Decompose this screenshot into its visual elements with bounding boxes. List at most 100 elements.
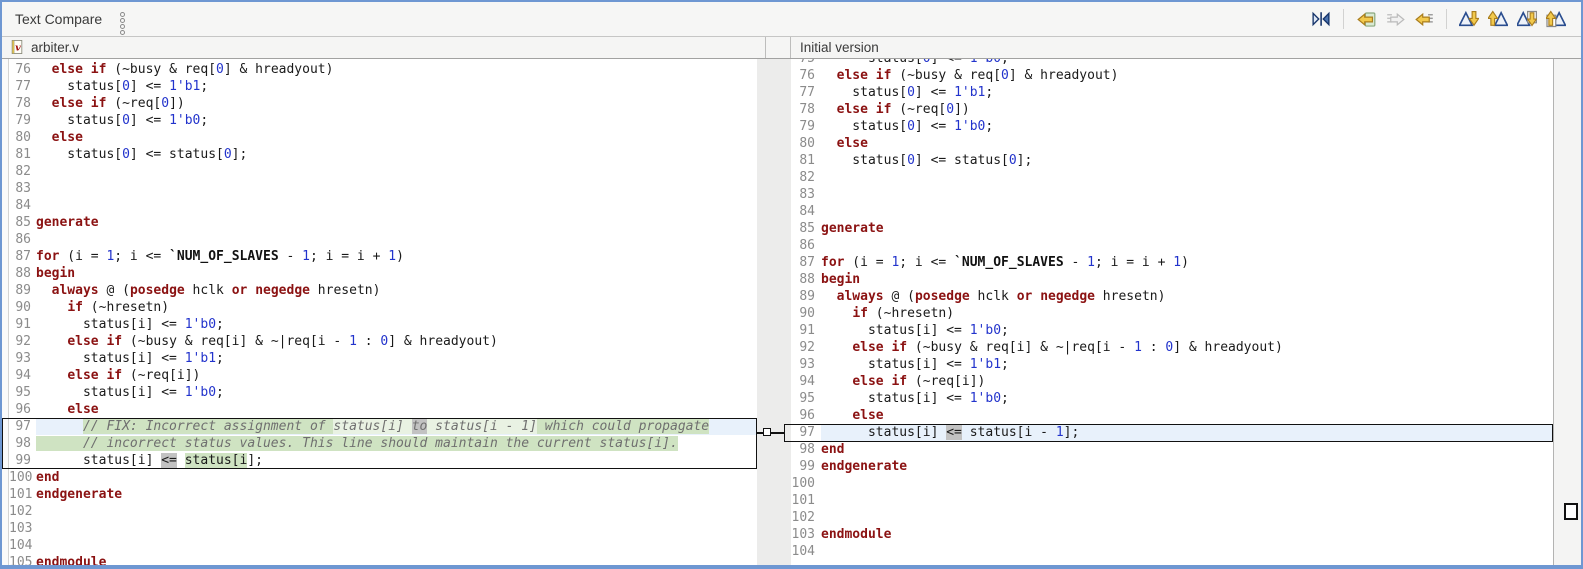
code-line: 76 else if (~busy & req[0] & hreadyout) — [9, 61, 757, 78]
line-number: 82 — [791, 169, 821, 186]
code-line: 95 status[i] <= 1'b0; — [9, 384, 757, 401]
line-number: 91 — [9, 316, 36, 333]
line-number: 103 — [9, 520, 36, 537]
code-line: 91 status[i] <= 1'b0; — [9, 316, 757, 333]
title-bar: Text Compare — [2, 2, 1581, 37]
copy-current-change-from-left-to-right-icon[interactable] — [1384, 8, 1406, 30]
line-number: 88 — [9, 265, 36, 282]
copy-all-from-right-to-left-icon[interactable] — [1355, 8, 1377, 30]
code-line: 96 else — [9, 401, 757, 418]
line-number: 103 — [791, 526, 821, 543]
right-editor[interactable]: 75 status[0] <= 1'b0;76 else if (~busy &… — [791, 59, 1553, 565]
code-line: 97 status[i] <= status[i - 1]; — [791, 424, 1553, 441]
code-line: 78 else if (~req[0]) — [791, 101, 1553, 118]
overview-ruler[interactable] — [1553, 59, 1581, 565]
line-number: 85 — [9, 214, 36, 231]
code-line: 105 endmodule — [9, 554, 757, 565]
line-number: 87 — [791, 254, 821, 271]
header-divider — [765, 37, 766, 58]
line-number: 77 — [9, 78, 36, 95]
line-number: 84 — [9, 197, 36, 214]
code-line: 82 — [791, 169, 1553, 186]
next-change-icon[interactable] — [1516, 8, 1538, 30]
code-line: 93 status[i] <= 1'b1; — [9, 350, 757, 367]
line-number: 86 — [9, 231, 36, 248]
code-line: 102 — [791, 509, 1553, 526]
code-line: 104 — [9, 537, 757, 554]
line-number: 95 — [791, 390, 821, 407]
line-number: 98 — [791, 441, 821, 458]
code-line: 80 else — [9, 129, 757, 146]
center-gutter — [757, 59, 791, 565]
code-line: 80 else — [791, 135, 1553, 152]
code-line: 83 — [9, 180, 757, 197]
text-compare-window: Text Compare v arbiter.v Initial version… — [0, 0, 1583, 569]
line-number: 99 — [791, 458, 821, 475]
line-number: 93 — [9, 350, 36, 367]
code-line: 102 — [9, 503, 757, 520]
line-number: 83 — [9, 180, 36, 197]
line-number: 99 — [9, 452, 36, 469]
code-line: 99 status[i] <= status[i]; — [9, 452, 757, 469]
code-line: 81 status[0] <= status[0]; — [791, 152, 1553, 169]
diff-overview-marker[interactable] — [1564, 503, 1578, 520]
line-number: 102 — [9, 503, 36, 520]
code-line: 98 end — [791, 441, 1553, 458]
line-number: 100 — [791, 475, 821, 492]
code-line: 79 status[0] <= 1'b0; — [791, 118, 1553, 135]
code-line: 100 — [791, 475, 1553, 492]
line-number: 78 — [9, 95, 36, 112]
code-line: 98 // incorrect status values. This line… — [9, 435, 757, 452]
line-number: 89 — [791, 288, 821, 305]
line-number: 78 — [791, 101, 821, 118]
code-line: 76 else if (~busy & req[0] & hreadyout) — [791, 67, 1553, 84]
line-number: 104 — [791, 543, 821, 560]
line-number: 85 — [791, 220, 821, 237]
toolbar-separator — [1343, 9, 1344, 29]
svg-text:v: v — [15, 43, 21, 54]
line-number: 87 — [9, 248, 36, 265]
code-line: 83 — [791, 186, 1553, 203]
line-number: 101 — [9, 486, 36, 503]
code-line: 86 — [791, 237, 1553, 254]
code-line: 87 for (i = 1; i <= `NUM_OF_SLAVES - 1; i… — [9, 248, 757, 265]
code-line: 99 endgenerate — [791, 458, 1553, 475]
line-number: 86 — [791, 237, 821, 254]
code-line: 85 generate — [791, 220, 1553, 237]
right-pane-header: Initial version — [800, 40, 879, 55]
view-menu-dots-icon[interactable] — [120, 12, 125, 35]
line-number: 101 — [791, 492, 821, 509]
line-number: 75 — [791, 59, 821, 67]
line-number: 100 — [9, 469, 36, 486]
left-file-name: arbiter.v — [31, 39, 80, 55]
code-line: 101 — [791, 492, 1553, 509]
line-number: 98 — [9, 435, 36, 452]
code-line: 87 for (i = 1; i <= `NUM_OF_SLAVES - 1; i… — [791, 254, 1553, 271]
swap-left-right-icon[interactable] — [1310, 8, 1332, 30]
diff-connector-line — [757, 432, 785, 434]
code-line: 90 if (~hresetn) — [791, 305, 1553, 322]
line-number: 88 — [791, 271, 821, 288]
diff-connector-handle[interactable] — [763, 428, 771, 436]
pane-headers: v arbiter.v Initial version — [2, 37, 1581, 59]
line-number: 82 — [9, 163, 36, 180]
code-line: 90 if (~hresetn) — [9, 299, 757, 316]
code-line: 75 status[0] <= 1'b0; — [791, 59, 1553, 67]
code-line: 82 — [9, 163, 757, 180]
left-editor[interactable]: 76 else if (~busy & req[0] & hreadyout) 7… — [9, 59, 757, 565]
code-line: 103 endmodule — [791, 526, 892, 543]
line-number: 102 — [791, 509, 821, 526]
line-number: 93 — [791, 356, 821, 373]
line-number: 94 — [791, 373, 821, 390]
line-number: 83 — [791, 186, 821, 203]
line-number: 97 — [9, 418, 36, 435]
copy-current-change-from-right-to-left-icon[interactable] — [1413, 8, 1435, 30]
code-line: 97 // FIX: Incorrect assignment of statu… — [9, 418, 757, 435]
line-number: 91 — [791, 322, 821, 339]
code-line: 103 — [9, 520, 757, 537]
code-line: 91 status[i] <= 1'b0; — [791, 322, 1553, 339]
code-line: 85 generate — [9, 214, 757, 231]
previous-change-icon[interactable] — [1545, 8, 1567, 30]
previous-difference-icon[interactable] — [1487, 8, 1509, 30]
next-difference-icon[interactable] — [1458, 8, 1480, 30]
